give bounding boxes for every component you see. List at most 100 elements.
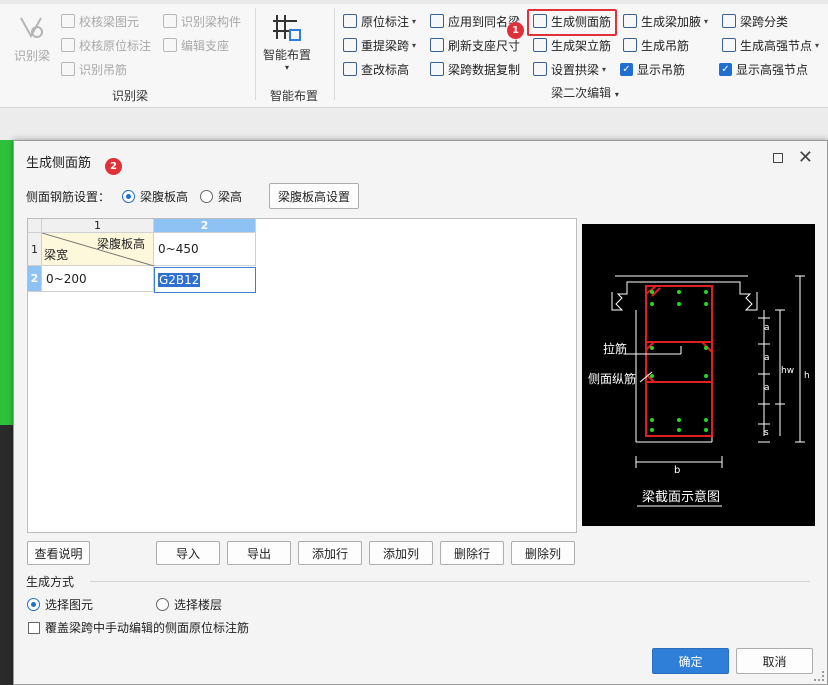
show-hanger-rebar-checkbox[interactable]: ✓ 显示吊筋 [620, 59, 685, 79]
overwrite-label: 覆盖梁跨中手动编辑的侧面原位标注筋 [45, 621, 250, 635]
select-floor-label: 选择楼层 [174, 598, 223, 612]
dim-s: s [764, 428, 769, 438]
span-data-copy[interactable]: 梁跨数据复制 [430, 59, 520, 79]
web-height-setting-button[interactable]: 梁腹板高设置 [269, 183, 359, 209]
generate-erection-rebar[interactable]: 生成架立筋 [533, 35, 611, 55]
import-button[interactable]: 导入 [156, 541, 220, 565]
add-column-button[interactable]: 添加列 [369, 541, 433, 565]
title-bar-strip [0, 0, 828, 4]
dialog-title: 生成侧面筋 [26, 156, 92, 171]
cell-r2c1[interactable]: 0~200 [42, 266, 154, 292]
grid-corner-header: 梁腹板高 梁宽 [42, 233, 154, 266]
close-icon[interactable]: ✕ [798, 147, 813, 168]
generate-high-strength-node[interactable]: 生成高强节点 ▾ [722, 35, 819, 55]
original-annotation[interactable]: 原位标注 ▾ [343, 11, 416, 31]
canvas-strip [0, 108, 828, 140]
arch-icon [533, 62, 547, 76]
highlight-box [527, 9, 617, 36]
resize-grip[interactable] [814, 671, 824, 681]
ok-button[interactable]: 确定 [652, 648, 729, 674]
corner-top-label: 梁腹板高 [96, 237, 145, 251]
identify-hanger-rebar[interactable]: 识别吊筋 [61, 59, 127, 79]
maximize-icon[interactable] [773, 153, 783, 163]
dim-a1: a [764, 323, 770, 333]
row-header-1[interactable]: 1 [28, 233, 42, 266]
smart-layout-button[interactable]: 智能布置 ▾ [259, 11, 315, 72]
generate-hanger-rebar[interactable]: 生成吊筋 [623, 35, 689, 55]
radio-beam-height-label: 梁高 [218, 189, 243, 204]
diagram-caption: 梁截面示意图 [641, 490, 720, 505]
row-header-2[interactable]: 2 [28, 266, 42, 292]
smart-layout-icon [273, 15, 301, 41]
side-rebar-setting-row: 侧面钢筋设置： 梁腹板高 梁高 [26, 183, 242, 209]
support-icon [163, 38, 177, 52]
edit-support[interactable]: 编辑支座 [163, 35, 229, 55]
check-edit-elevation[interactable]: 查改标高 [343, 59, 409, 79]
dim-h: h [804, 371, 810, 381]
option-select-floor[interactable]: 选择楼层 [156, 596, 222, 613]
erection-icon [533, 38, 547, 52]
checked-icon: ✓ [620, 62, 633, 76]
cancel-button[interactable]: 取消 [736, 648, 813, 674]
annotation-check-icon [61, 38, 75, 52]
refresh-support-size[interactable]: 刷新支座尺寸 [430, 35, 520, 55]
tie-bar-label: 拉筋 [603, 342, 628, 356]
setting-label: 侧面钢筋设置： [26, 189, 111, 204]
generate-side-rebar-dialog: 生成侧面筋 2 ✕ 侧面钢筋设置： 梁腹板高 梁高 梁腹板高设置 1 2 1 2… [13, 140, 828, 685]
step-2-badge: 2 [105, 158, 122, 175]
radio-web-height-label: 梁腹板高 [140, 189, 189, 204]
step-1-badge: 1 [507, 22, 524, 39]
identify-beam-icon [20, 17, 43, 39]
corner-bottom-label: 梁宽 [44, 248, 69, 262]
side-longitudinal-label: 侧面纵筋 [588, 372, 637, 386]
hanger-rebar-icon [623, 38, 637, 52]
identify-beam-component[interactable]: 识别梁构件 [163, 11, 241, 31]
separator [334, 8, 335, 100]
smart-group-label: 智能布置 [269, 89, 318, 103]
canvas-element [0, 140, 14, 425]
check-original-annotation[interactable]: 校核原位标注 [61, 35, 151, 55]
identify-group-label: 识别梁 [111, 89, 148, 103]
add-row-button[interactable]: 添加行 [298, 541, 362, 565]
generation-mode-label: 生成方式 [26, 575, 75, 589]
apply-icon [430, 14, 444, 28]
delete-row-button[interactable]: 删除行 [440, 541, 504, 565]
separator [255, 8, 256, 100]
cell-r2c2-value: G2B12 [158, 273, 201, 287]
radio-beam-height[interactable] [200, 189, 214, 203]
view-description-button[interactable]: 查看说明 [27, 541, 90, 565]
generate-beam-haunch[interactable]: 生成梁加腋 ▾ [623, 11, 708, 31]
radio-web-height[interactable] [122, 189, 136, 203]
option-select-element[interactable]: 选择图元 [27, 596, 93, 613]
edit-group-label: 梁二次编辑 ▾ [551, 86, 619, 100]
cell-r2c2-editor[interactable]: G2B12 [154, 267, 256, 293]
radio-select-element[interactable] [27, 598, 40, 611]
section-divider [90, 581, 810, 582]
show-high-strength-node-checkbox[interactable]: ✓ 显示高强节点 [719, 59, 808, 79]
re-extract-span[interactable]: 重提梁跨 ▾ [343, 35, 416, 55]
cell-r1c2[interactable]: 0~450 [154, 233, 256, 266]
export-button[interactable]: 导出 [227, 541, 291, 565]
node-icon [722, 38, 736, 52]
delete-column-button[interactable]: 删除列 [511, 541, 575, 565]
option-overwrite[interactable]: 覆盖梁跨中手动编辑的侧面原位标注筋 [28, 619, 249, 636]
copy-icon [430, 62, 444, 76]
smart-layout-label: 智能布置 [262, 48, 311, 62]
haunch-icon [623, 14, 637, 28]
hanger-icon [61, 62, 75, 76]
identify-beam-label: 识别梁 [13, 49, 50, 63]
classify-icon [722, 14, 736, 28]
col-header-2[interactable]: 2 [154, 219, 256, 233]
overwrite-checkbox[interactable] [28, 621, 40, 634]
col-header-1[interactable]: 1 [42, 219, 154, 233]
refresh-icon [430, 38, 444, 52]
set-arch-beam[interactable]: 设置拱梁 ▾ [533, 59, 606, 79]
dim-a2: a [764, 353, 770, 363]
dim-b: b [674, 465, 681, 476]
radio-select-floor[interactable] [156, 598, 169, 611]
select-element-label: 选择图元 [45, 598, 94, 612]
identify-beam-button[interactable]: 识别梁 [10, 12, 54, 64]
check-icon [61, 14, 75, 28]
check-beam-elements[interactable]: 校核梁图元 [61, 11, 139, 31]
beam-span-classify[interactable]: 梁跨分类 [722, 11, 788, 31]
